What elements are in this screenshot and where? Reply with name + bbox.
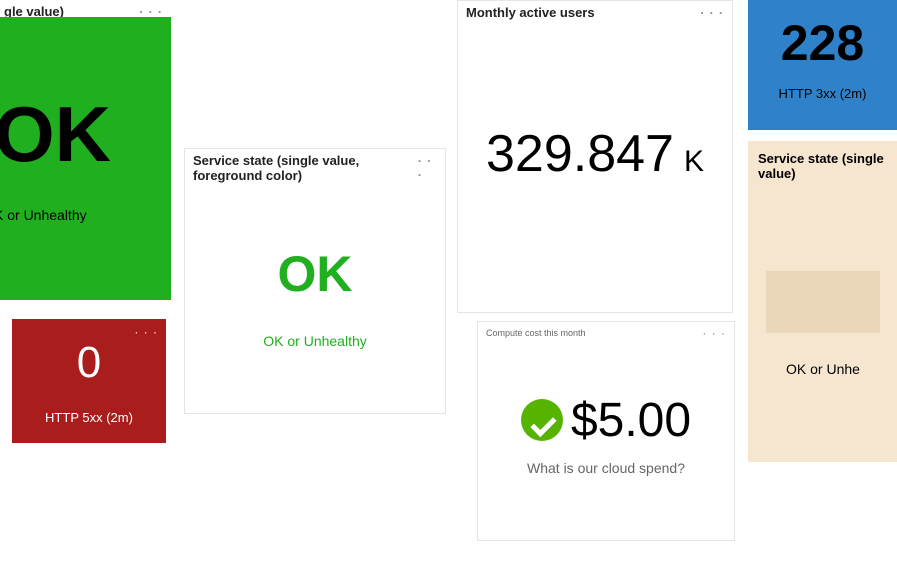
metric-value: 329.847 xyxy=(486,124,674,184)
status-caption: OK or Unhealthy xyxy=(263,333,367,349)
status-bar xyxy=(766,271,880,333)
monthly-active-users-tile[interactable]: Monthly active users · · · 329.847 K xyxy=(457,0,733,313)
metric-value: 0 xyxy=(77,338,101,388)
tile-body: OK K or Unhealthy xyxy=(0,17,171,300)
more-icon[interactable]: · · · xyxy=(702,326,726,340)
metric-label: HTTP 3xx (2m) xyxy=(748,72,897,121)
tile-body: OK OK or Unhealthy xyxy=(185,187,445,407)
service-state-beige-tile[interactable]: Service state (single value) OK or Unhe xyxy=(748,141,897,462)
status-value: OK xyxy=(0,95,111,173)
status-value: OK xyxy=(278,245,353,303)
tile-title: Compute cost this month xyxy=(486,328,586,338)
check-icon xyxy=(521,399,563,441)
metric-caption: What is our cloud spend? xyxy=(527,460,685,476)
tile-title: Monthly active users xyxy=(466,5,595,20)
more-icon[interactable]: · · · xyxy=(700,6,724,20)
more-icon[interactable]: · · · xyxy=(418,154,437,182)
http-5xx-tile[interactable]: · · · 0 HTTP 5xx (2m) xyxy=(12,319,166,443)
service-state-fg-tile[interactable]: Service state (single value, foreground … xyxy=(184,148,446,414)
tile-body: 329.847 K xyxy=(458,24,732,284)
http-3xx-tile[interactable]: 228 HTTP 3xx (2m) xyxy=(748,0,897,130)
tile-body: $5.00 What is our cloud spend? xyxy=(478,344,734,524)
metric-label: HTTP 5xx (2m) xyxy=(45,410,133,425)
status-caption: K or Unhealthy xyxy=(0,207,87,223)
tile-title: Service state (single value) xyxy=(748,147,897,185)
metric-unit: K xyxy=(684,145,704,179)
metric-value: $5.00 xyxy=(571,393,691,448)
status-caption: OK or Unhe xyxy=(748,361,897,377)
metric-value: 228 xyxy=(748,0,897,72)
compute-cost-tile[interactable]: Compute cost this month · · · $5.00 What… xyxy=(477,321,735,541)
more-icon[interactable]: · · · xyxy=(134,325,158,339)
tile-title: Service state (single value, foreground … xyxy=(193,153,418,183)
service-state-green-tile[interactable]: gle value) · · · OK K or Unhealthy xyxy=(0,0,171,300)
